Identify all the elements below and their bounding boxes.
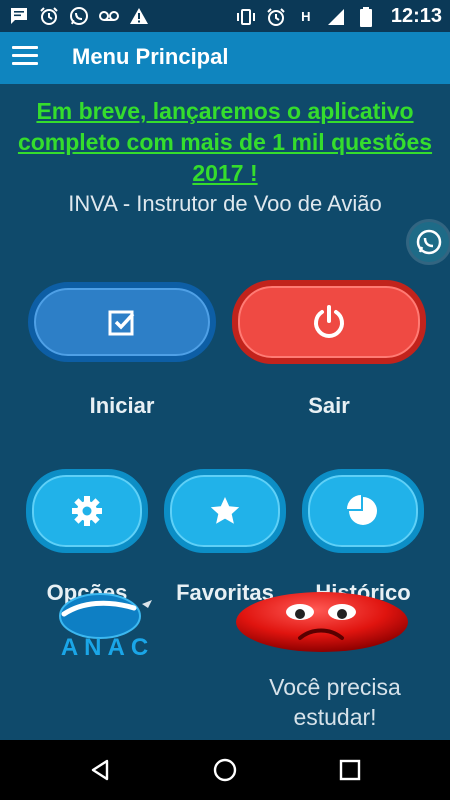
alarm-icon bbox=[38, 5, 60, 27]
navigation-bar bbox=[0, 740, 450, 800]
signal-icon bbox=[325, 6, 347, 28]
message-icon bbox=[8, 5, 30, 27]
alarm-icon bbox=[265, 6, 287, 28]
star-icon bbox=[210, 497, 240, 524]
options-button[interactable] bbox=[26, 469, 148, 553]
h-network-icon: H bbox=[295, 6, 317, 28]
whatsapp-icon bbox=[416, 229, 442, 255]
warning-icon bbox=[128, 5, 150, 27]
app-bar: Menu Principal bbox=[0, 32, 450, 84]
anac-logo: ANAC bbox=[30, 592, 185, 661]
status-right-icons: H 12:13 bbox=[235, 5, 442, 28]
vibrate-icon bbox=[235, 6, 257, 28]
exam-subtitle: INVA - Instrutor de Voo de Avião bbox=[68, 191, 382, 216]
exit-button[interactable] bbox=[232, 280, 426, 364]
start-label: Iniciar bbox=[89, 393, 155, 418]
pie-chart-icon bbox=[347, 495, 377, 525]
anac-emblem-icon bbox=[59, 593, 152, 639]
power-icon bbox=[314, 305, 344, 338]
status-time: 12:13 bbox=[390, 5, 442, 27]
voicemail-icon bbox=[98, 5, 120, 27]
page-title: Menu Principal bbox=[72, 44, 229, 69]
anac-logo-text: ANAC bbox=[60, 634, 155, 661]
status-left-icons bbox=[8, 5, 150, 27]
menu-icon[interactable] bbox=[12, 46, 38, 66]
gear-icon bbox=[72, 496, 102, 526]
sad-face-icon bbox=[236, 592, 408, 652]
home-icon[interactable] bbox=[213, 758, 237, 782]
history-button[interactable] bbox=[302, 469, 424, 553]
study-advice-text: Você precisa estudar! bbox=[269, 674, 401, 730]
whatsapp-icon bbox=[68, 5, 90, 27]
promo-link[interactable]: Em breve, lançaremos o aplicativo comple… bbox=[6, 96, 444, 189]
recents-icon[interactable] bbox=[338, 758, 362, 782]
battery-icon bbox=[355, 6, 377, 28]
network-label: H bbox=[301, 9, 311, 24]
whatsapp-share-button[interactable] bbox=[409, 222, 449, 262]
start-button[interactable] bbox=[28, 282, 216, 362]
checkbox-icon bbox=[108, 310, 135, 336]
favorites-button[interactable] bbox=[164, 469, 286, 553]
status-bar: H 12:13 bbox=[0, 0, 450, 32]
back-icon[interactable] bbox=[88, 758, 112, 782]
exit-label: Sair bbox=[308, 393, 350, 418]
